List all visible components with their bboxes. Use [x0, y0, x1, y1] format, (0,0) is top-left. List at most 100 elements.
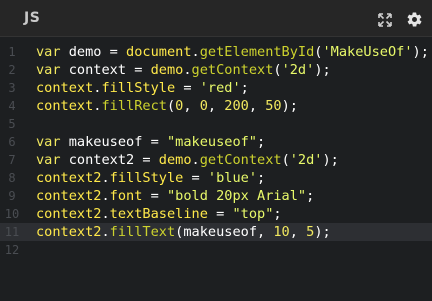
code-line[interactable]: 2 var context = demo.getContext('2d');	[0, 61, 432, 79]
code-text: var context2 = demo.getContext('2d');	[36, 151, 339, 169]
code-token: 'red'	[199, 80, 241, 96]
code-text: context2.font = "bold 20px Arial";	[36, 187, 314, 205]
line-number: 3	[8, 81, 16, 95]
code-token: fillRect	[101, 98, 167, 114]
js-editor-panel: JS 1 var demo = document.getElementById('…	[0, 0, 432, 301]
code-token: document	[126, 44, 192, 60]
code-token: context2 =	[60, 152, 159, 168]
gear-icon[interactable]	[406, 11, 423, 28]
panel-header: JS	[0, 0, 432, 37]
code-token: fillText	[109, 224, 176, 240]
code-line[interactable]: 5	[0, 115, 432, 133]
code-token: (	[281, 152, 290, 168]
code-token: ;	[306, 188, 315, 204]
code-token: (	[273, 62, 282, 78]
code-token: context	[36, 98, 94, 114]
code-token: fillStyle	[109, 170, 184, 186]
code-token: .	[101, 188, 110, 204]
line-number: 10	[4, 207, 20, 221]
language-label: JS	[24, 10, 41, 26]
code-token: .	[101, 206, 110, 222]
code-token: ,	[248, 98, 266, 114]
code-line[interactable]: 8 context2.fillStyle = 'blue';	[0, 169, 432, 187]
code-token: var	[36, 44, 61, 60]
code-editor[interactable]: 1 var demo = document.getElementById('Mak…	[0, 37, 432, 301]
code-token: getContext	[199, 152, 282, 168]
code-token: context	[36, 80, 94, 96]
code-token: 0	[199, 98, 208, 114]
code-token: 'MakeUseOf'	[322, 44, 413, 60]
code-token: demo	[158, 152, 192, 168]
code-token: (makeuseof,	[175, 224, 274, 240]
code-token: .	[191, 44, 200, 60]
code-line[interactable]: 11 context2.fillText(makeuseof, 10, 5);	[0, 223, 432, 241]
expand-icon[interactable]	[378, 12, 392, 27]
code-token: "top"	[232, 206, 274, 222]
code-text: var context = demo.getContext('2d');	[36, 61, 331, 79]
code-token: context2	[36, 206, 102, 222]
code-token: var	[36, 62, 61, 78]
code-token: font	[109, 188, 143, 204]
code-text: context2.fillStyle = 'blue';	[36, 169, 265, 187]
code-token: getContext	[191, 62, 274, 78]
code-token: ,	[183, 98, 200, 114]
code-token: fillStyle	[101, 80, 176, 96]
code-text: context2.textBaseline = "top";	[36, 205, 282, 223]
line-number: 2	[8, 63, 16, 77]
code-text: context.fillRect(0, 0, 200, 50);	[36, 97, 298, 115]
line-number: 9	[8, 189, 16, 203]
code-line[interactable]: 9 context2.font = "bold 20px Arial";	[0, 187, 432, 205]
code-token: =	[207, 206, 233, 222]
code-line[interactable]: 10 context2.textBaseline = "top";	[0, 205, 432, 223]
line-number: 1	[8, 45, 16, 59]
code-token: '2d'	[289, 152, 323, 168]
code-token: ;	[240, 80, 249, 96]
code-token: 200	[224, 98, 249, 114]
code-token: .	[101, 170, 110, 186]
code-token: );	[412, 44, 429, 60]
code-token: 50	[265, 98, 282, 114]
code-line[interactable]: 3 context.fillStyle = 'red';	[0, 79, 432, 97]
code-token: );	[322, 152, 339, 168]
code-token: .	[101, 224, 110, 240]
code-token: ;	[257, 170, 266, 186]
code-token: "bold 20px Arial"	[166, 188, 307, 204]
code-line[interactable]: 7 var context2 = demo.getContext('2d');	[0, 151, 432, 169]
code-token: ,	[289, 224, 307, 240]
code-line[interactable]: 4 context.fillRect(0, 0, 200, 50);	[0, 97, 432, 115]
code-token: makeuseof =	[60, 134, 167, 150]
line-number: 6	[8, 135, 16, 149]
code-token: .	[183, 62, 192, 78]
code-token: ;	[257, 134, 266, 150]
code-line[interactable]: 12	[0, 241, 432, 259]
code-token: ,	[207, 98, 225, 114]
code-token: .	[191, 152, 200, 168]
code-token: var	[36, 152, 61, 168]
code-token: var	[36, 134, 61, 150]
code-line[interactable]: 6 var makeuseof = "makeuseof";	[0, 133, 432, 151]
code-token: );	[314, 62, 331, 78]
line-number: 7	[8, 153, 16, 167]
code-text: var makeuseof = "makeuseof";	[36, 133, 265, 151]
code-text: var demo = document.getElementById('Make…	[36, 43, 429, 61]
code-token: );	[281, 98, 298, 114]
code-token: =	[183, 170, 208, 186]
code-token: 'blue'	[207, 170, 258, 186]
code-token: 10	[273, 224, 290, 240]
line-number: 8	[8, 171, 16, 185]
code-text: context2.fillText(makeuseof, 10, 5);	[36, 223, 331, 241]
code-token: "makeuseof"	[166, 134, 257, 150]
code-token: );	[314, 224, 331, 240]
code-token: demo =	[60, 44, 127, 60]
code-token: context2	[36, 188, 102, 204]
code-token: =	[142, 188, 167, 204]
code-token: textBaseline	[109, 206, 208, 222]
code-text: context.fillStyle = 'red';	[36, 79, 249, 97]
code-token: context =	[60, 62, 151, 78]
line-number: 11	[4, 225, 20, 239]
code-token: context2	[36, 224, 102, 240]
code-line[interactable]: 1 var demo = document.getElementById('Mak…	[0, 43, 432, 61]
line-number: 4	[8, 99, 16, 113]
code-token: demo	[150, 62, 184, 78]
code-token: '2d'	[281, 62, 315, 78]
